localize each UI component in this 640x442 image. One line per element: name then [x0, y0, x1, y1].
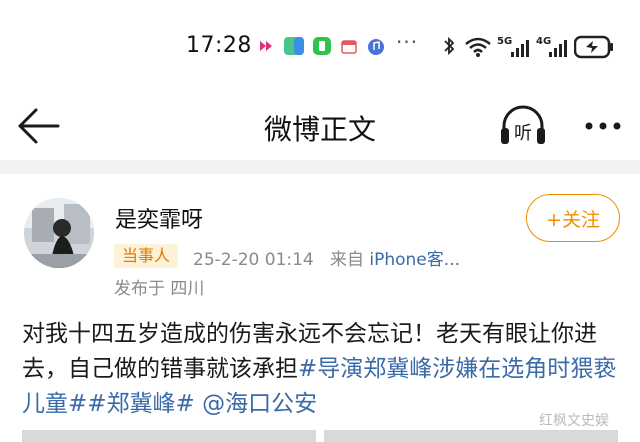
follow-button[interactable]: +关注: [526, 194, 620, 242]
source-prefix: 来自: [329, 250, 364, 270]
post-location: 发布于 四川: [114, 279, 205, 299]
status-bar: 17:28 ··· 5G 4G: [0, 0, 640, 92]
image-thumbnail[interactable]: [324, 430, 618, 442]
green-app-icon: [313, 37, 331, 55]
image-thumbnail[interactable]: [22, 430, 316, 442]
wifi-icon: [465, 37, 491, 57]
nav-bar: 微博正文 听: [0, 92, 640, 160]
mention-link[interactable]: @海口公安: [202, 391, 317, 417]
image-thumbnails: [0, 430, 640, 442]
listen-label: 听: [514, 123, 532, 144]
hashtag-link[interactable]: #郑冀峰#: [87, 391, 195, 417]
signal-icon: [549, 40, 567, 57]
signal-icon: [511, 40, 529, 57]
role-badge: 当事人: [114, 244, 179, 268]
section-divider: [0, 160, 640, 174]
maps-icon: [284, 37, 304, 55]
more-options-icon[interactable]: [578, 106, 628, 146]
username[interactable]: 是奕霏呀: [115, 202, 203, 234]
music-icon: [368, 39, 384, 55]
bluetooth-icon: [444, 36, 455, 56]
status-time: 17:28: [186, 33, 252, 58]
more-notifications-icon: ···: [396, 30, 419, 54]
post-meta: 25-2-20 01:14 来自 iPhone客...: [193, 245, 460, 270]
post-source-link[interactable]: iPhone客...: [369, 250, 460, 270]
watermark: 红枫文史娱: [539, 413, 609, 429]
avatar[interactable]: [24, 198, 94, 268]
listen-headphones-icon[interactable]: 听: [498, 102, 548, 148]
post-body: 对我十四五岁造成的伤害永远不会忘记！老天有眼让你进去，自己做的错事就该承担#导演…: [22, 317, 622, 422]
battery-charging-icon: [574, 35, 613, 59]
post-card: 是奕霏呀 +关注 当事人 25-2-20 01:14 来自 iPhone客...…: [0, 174, 640, 442]
app-icon: [260, 41, 272, 51]
post-timestamp: 25-2-20 01:14: [193, 250, 314, 270]
calendar-icon: [341, 40, 357, 54]
